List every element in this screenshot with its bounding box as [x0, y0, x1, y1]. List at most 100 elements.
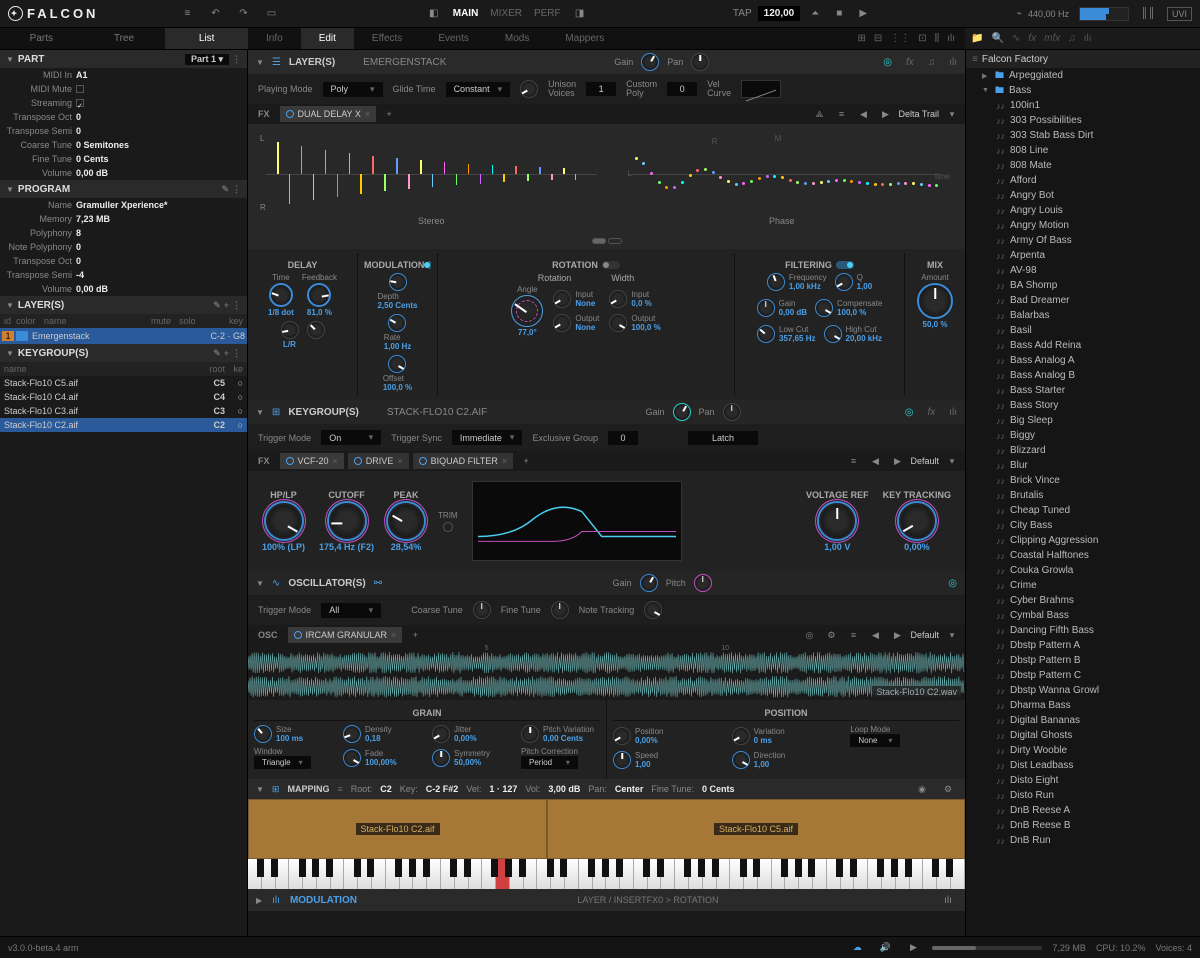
view-icon-6[interactable]: ılı: [947, 33, 955, 44]
layer-pan-knob[interactable]: [691, 53, 709, 71]
gran-pitchvar-knob[interactable]: [521, 725, 539, 743]
browser-preset[interactable]: ♪♪Brutalis: [966, 488, 1200, 503]
cloud-icon[interactable]: ☁: [848, 939, 866, 957]
piano-key-black[interactable]: [547, 859, 554, 877]
fx-opt-icon[interactable]: ⟁: [810, 105, 828, 123]
param-row[interactable]: MIDI InA1: [0, 68, 247, 82]
param-row[interactable]: Transpose Semi0: [0, 124, 247, 138]
param-row[interactable]: Volume0,00 dB: [0, 166, 247, 180]
mod-meter-icon[interactable]: ılı: [939, 891, 957, 909]
layout-left-icon[interactable]: ◧: [425, 5, 443, 23]
rot-in2-knob[interactable]: [609, 290, 627, 308]
gran-var-knob[interactable]: [732, 727, 750, 745]
browser-preset[interactable]: ♪♪AV-98: [966, 263, 1200, 278]
speaker-icon[interactable]: 🔊: [876, 939, 894, 957]
gear-icon[interactable]: ⚙: [939, 780, 957, 798]
view-icon-5[interactable]: ⫼: [935, 33, 940, 44]
fx-tab-dual-delay[interactable]: DUAL DELAY X ×: [280, 106, 377, 122]
browser-bars-icon[interactable]: ılı: [1084, 33, 1092, 44]
browser-preset[interactable]: ♪♪Cymbal Bass: [966, 608, 1200, 623]
list-icon[interactable]: ≡: [337, 784, 342, 794]
redo-icon[interactable]: ↷: [234, 5, 252, 23]
piano-key[interactable]: [730, 859, 744, 889]
delay-feedback-knob[interactable]: [307, 283, 331, 307]
add-kgfx-icon[interactable]: +: [517, 452, 535, 470]
piano-key-black[interactable]: [312, 859, 319, 877]
param-row[interactable]: Fine Tune0 Cents: [0, 152, 247, 166]
browser-preset[interactable]: ♪♪Blizzard: [966, 443, 1200, 458]
layers-add-icon[interactable]: ✎: [213, 300, 221, 311]
browser-preset[interactable]: ♪♪DnB Reese B: [966, 818, 1200, 833]
metronome-icon[interactable]: ⏶: [806, 5, 824, 23]
piano-key-black[interactable]: [836, 859, 843, 877]
gran-sym-knob[interactable]: [432, 749, 450, 767]
osc-gain-knob[interactable]: [640, 574, 658, 592]
vcf-vref-knob[interactable]: [819, 503, 855, 539]
close-icon[interactable]: ×: [365, 109, 370, 119]
gran-pc-select[interactable]: Period: [521, 756, 578, 769]
mod-toggle[interactable]: [428, 261, 431, 269]
gran-dir-knob[interactable]: [732, 751, 750, 769]
piano-key-black[interactable]: [257, 859, 264, 877]
zone-1[interactable]: Stack-Flo10 C2.aif: [248, 799, 547, 859]
gran-loop-select[interactable]: None: [850, 734, 900, 747]
browser-preset[interactable]: ♪♪Clipping Aggression: [966, 533, 1200, 548]
tab-tree[interactable]: Tree: [83, 28, 166, 49]
tab-mappers[interactable]: Mappers: [547, 28, 622, 49]
gran-window-select[interactable]: Triangle: [254, 756, 311, 769]
browser-preset[interactable]: ♪♪303 Possibilities: [966, 113, 1200, 128]
custom-poly-input[interactable]: 0: [667, 82, 697, 96]
browser-preset[interactable]: ♪♪Afford: [966, 173, 1200, 188]
piano-key-black[interactable]: [560, 859, 567, 877]
browser-fx-icon[interactable]: fx: [1028, 33, 1036, 44]
add-osc-icon[interactable]: +: [406, 626, 424, 644]
preset-menu-icon[interactable]: ▾: [943, 105, 961, 123]
browser-folder-icon[interactable]: 📁: [971, 33, 983, 44]
target-icon[interactable]: ◎: [883, 57, 892, 68]
browser-preset[interactable]: ♪♪Army Of Bass: [966, 233, 1200, 248]
tab-info[interactable]: Info: [248, 28, 301, 49]
filt-lc-knob[interactable]: [757, 325, 775, 343]
latch-button[interactable]: Latch: [688, 431, 758, 445]
browser-preset[interactable]: ♪♪Bad Dreamer: [966, 293, 1200, 308]
glide-time-select[interactable]: Constant: [446, 82, 511, 97]
filt-gain-knob[interactable]: [757, 299, 775, 317]
piano-key-black[interactable]: [698, 859, 705, 877]
filt-hc-knob[interactable]: [824, 325, 842, 343]
tab-perf[interactable]: PERF: [534, 8, 561, 19]
rot-in-knob[interactable]: [553, 290, 571, 308]
browser-preset[interactable]: ♪♪Dharma Bass: [966, 698, 1200, 713]
param-row[interactable]: Note Polyphony0: [0, 240, 247, 254]
vel-curve-editor[interactable]: [741, 80, 781, 98]
osc-tab-granular[interactable]: IRCAM GRANULAR×: [288, 627, 403, 643]
piano-key-black[interactable]: [450, 859, 457, 877]
param-row[interactable]: Transpose Semi-4: [0, 268, 247, 282]
phase-plot[interactable]: L M R time: [607, 132, 958, 216]
link-icon[interactable]: ⚯: [374, 578, 382, 589]
prev-icon[interactable]: ◀: [854, 105, 872, 123]
piano-keyboard[interactable]: [248, 859, 965, 889]
fx-tab-biquad[interactable]: BIQUAD FILTER×: [413, 453, 514, 469]
keygroup-row[interactable]: Stack-Flo10 C3.aifC3○: [0, 404, 247, 418]
browser-preset[interactable]: ♪♪Dbstp Pattern A: [966, 638, 1200, 653]
filt-toggle[interactable]: [836, 261, 854, 269]
browser-preset[interactable]: ♪♪Dbstp Pattern B: [966, 653, 1200, 668]
delay-link-knob[interactable]: [307, 321, 325, 339]
browser-preset[interactable]: ♪♪100in1: [966, 98, 1200, 113]
vcf-hplp-knob[interactable]: [266, 503, 302, 539]
view-icon-1[interactable]: ⊞: [857, 33, 865, 44]
browser-preset[interactable]: ♪♪Blur: [966, 458, 1200, 473]
view-icon-3[interactable]: ⋮⋮: [890, 33, 910, 44]
trig-mode-select[interactable]: On: [321, 430, 381, 445]
browser-mfx-icon[interactable]: mfx: [1044, 33, 1060, 44]
keygroup-row[interactable]: Stack-Flo10 C5.aifC5○: [0, 376, 247, 390]
piano-key-black[interactable]: [877, 859, 884, 877]
browser-preset[interactable]: ♪♪BA Shomp: [966, 278, 1200, 293]
piano-key[interactable]: [248, 859, 262, 889]
part-menu-icon[interactable]: ⋮: [232, 54, 241, 65]
piano-key[interactable]: [868, 859, 882, 889]
param-row[interactable]: Streaming: [0, 96, 247, 110]
fx-icon[interactable]: fx: [906, 57, 914, 68]
browser-preset[interactable]: ♪♪Disto Eight: [966, 773, 1200, 788]
stereo-plot[interactable]: [256, 132, 607, 216]
